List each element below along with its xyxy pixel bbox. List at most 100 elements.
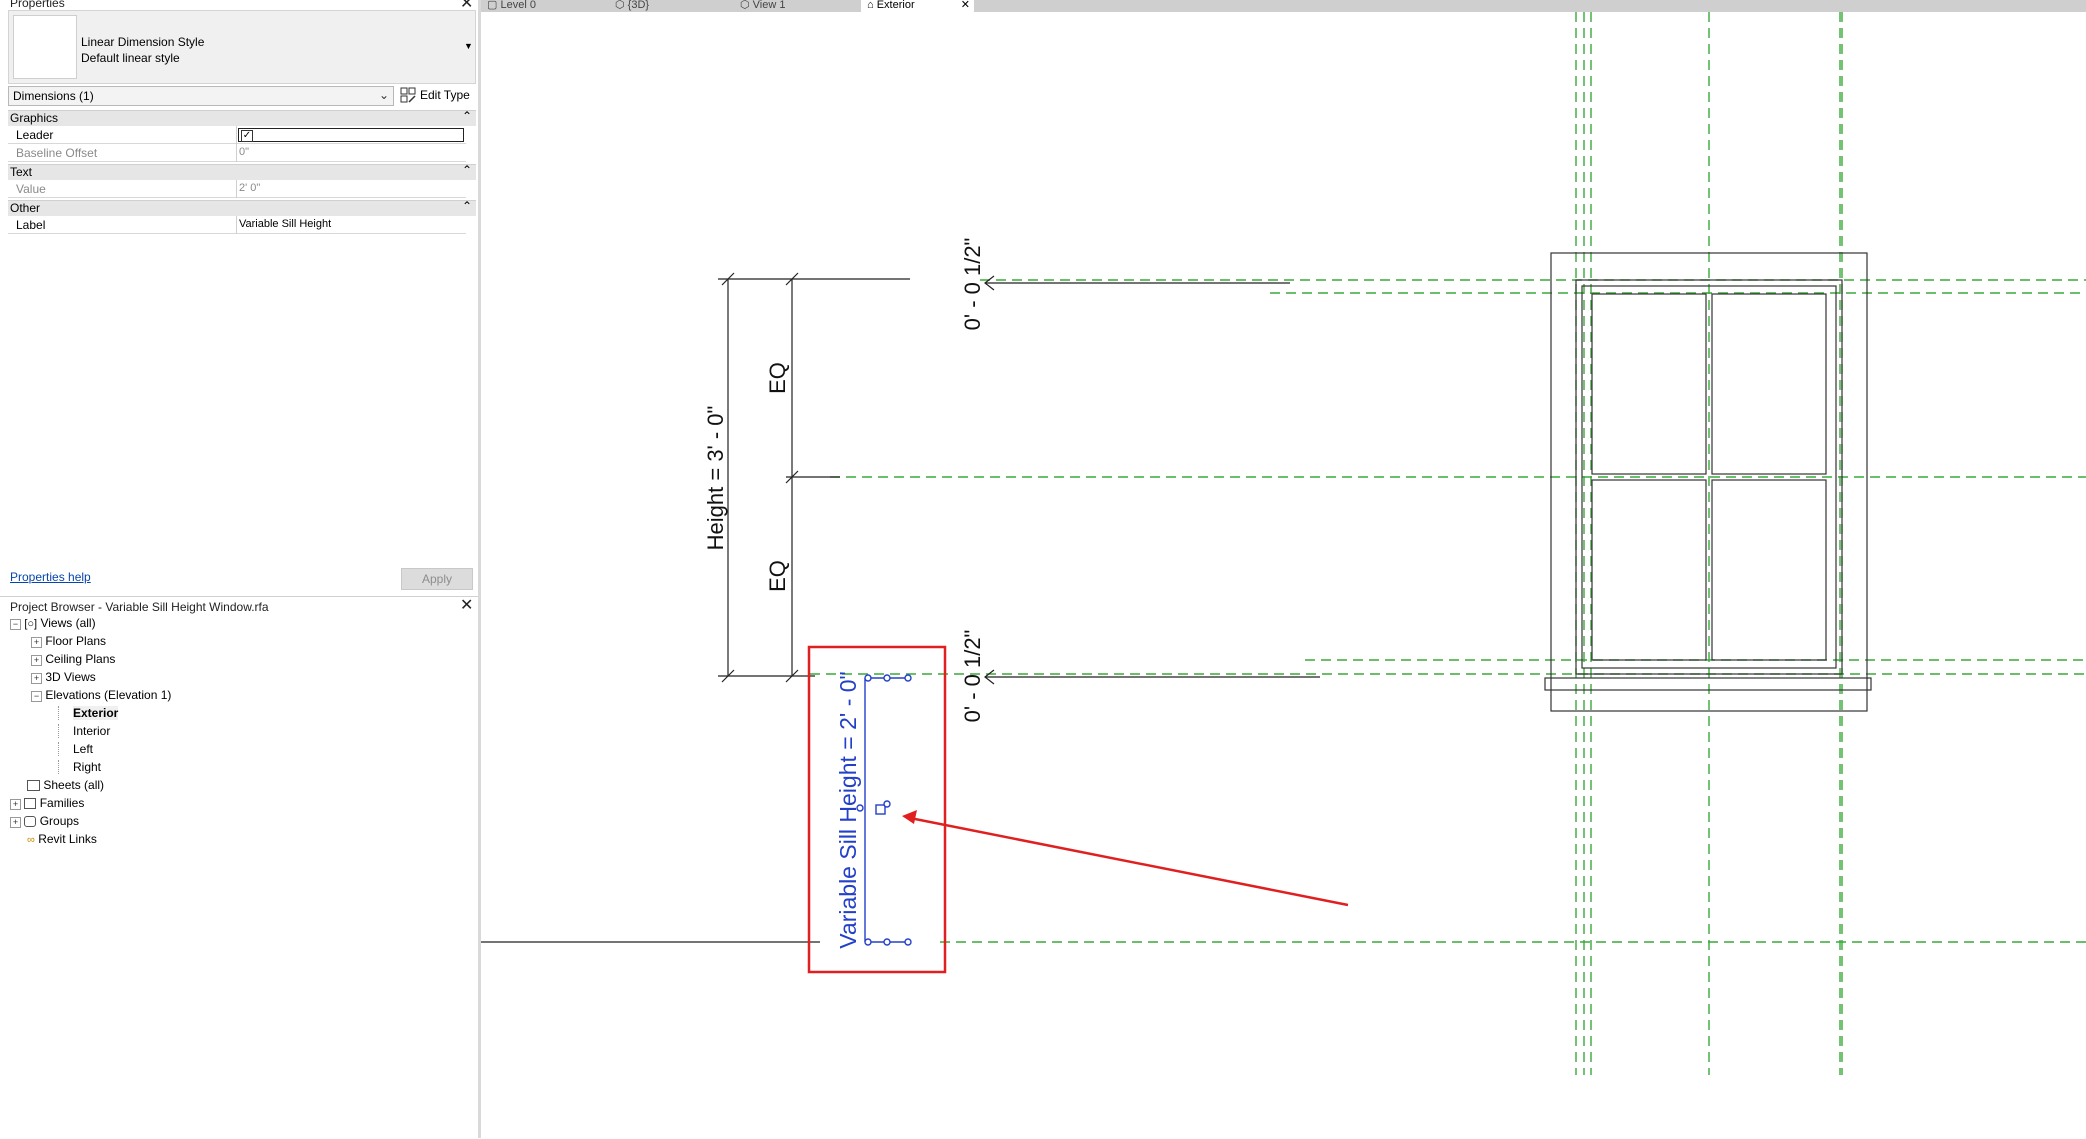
tab-label: Exterior bbox=[876, 0, 915, 11]
type-selector[interactable]: Linear Dimension Style Default linear st… bbox=[8, 10, 476, 84]
tab-label: View 1 bbox=[752, 0, 786, 11]
tree-item-exterior[interactable]: Exterior bbox=[58, 706, 119, 720]
project-browser-close-icon[interactable]: ✕ bbox=[460, 598, 473, 614]
drawing-canvas[interactable]: Height = 3' - 0" EQ EQ 0' - 0 1/2" 0' - … bbox=[481, 12, 2086, 1138]
close-tab-icon[interactable]: ✕ bbox=[961, 0, 970, 11]
grip-handle[interactable] bbox=[883, 800, 891, 808]
tab-view-1[interactable]: ⬡ View 1 bbox=[736, 0, 861, 12]
leader-checkbox[interactable]: ✓ bbox=[241, 130, 253, 142]
window-sill[interactable] bbox=[1544, 677, 1872, 691]
expand-toggle-icon[interactable]: + bbox=[31, 637, 42, 648]
tree-item-interior[interactable]: Interior bbox=[58, 724, 110, 738]
type-thumbnail bbox=[13, 15, 77, 79]
grip-handle[interactable] bbox=[864, 674, 872, 682]
property-value-baseline-offset: 0" bbox=[239, 146, 250, 158]
tree-item-families[interactable]: + Families bbox=[10, 796, 84, 810]
collapse-toggle-icon[interactable]: − bbox=[10, 619, 21, 630]
property-row-label: Label Variable Sill Height bbox=[8, 216, 466, 234]
collapse-icon[interactable]: ⌃ bbox=[462, 109, 472, 123]
property-value-label[interactable]: Variable Sill Height bbox=[239, 218, 331, 230]
window-pane-top-left[interactable] bbox=[1591, 293, 1707, 475]
window-geometry[interactable] bbox=[1544, 252, 1872, 712]
edit-type-label: Edit Type bbox=[420, 88, 470, 102]
instance-filter-label: Dimensions (1) bbox=[13, 89, 94, 103]
collapse-icon[interactable]: ⌃ bbox=[462, 163, 472, 177]
reference-planes[interactable] bbox=[810, 12, 2086, 1075]
window-pane-bottom-right[interactable] bbox=[1711, 479, 1827, 661]
callout-arrow-line bbox=[909, 816, 1349, 907]
arrow-icon bbox=[902, 810, 917, 824]
tree-item-left[interactable]: Left bbox=[58, 742, 93, 756]
eq-dimension[interactable] bbox=[785, 272, 840, 683]
tree-item-3d-views[interactable]: + 3D Views bbox=[31, 670, 96, 684]
offset-dimension-top[interactable] bbox=[984, 275, 1290, 291]
expand-toggle-icon[interactable]: + bbox=[31, 673, 42, 684]
tree-item-revit-links[interactable]: ∞ Revit Links bbox=[27, 832, 97, 846]
offset-bottom-text[interactable]: 0' - 0 1/2" bbox=[960, 630, 985, 723]
eq-top-text[interactable]: EQ bbox=[765, 362, 790, 394]
project-browser: Project Browser - Variable Sill Height W… bbox=[0, 596, 478, 1139]
collapse-icon[interactable]: ⌃ bbox=[462, 199, 472, 213]
lock-icon[interactable] bbox=[875, 804, 886, 815]
category-graphics[interactable]: Graphics ⌃ bbox=[8, 109, 476, 126]
type-name: Default linear style bbox=[81, 51, 180, 65]
tree-label-views: Views (all) bbox=[40, 616, 96, 630]
offset-dimension-bottom[interactable] bbox=[984, 669, 1320, 685]
grip-handle[interactable] bbox=[864, 938, 872, 946]
tree-label-groups: Groups bbox=[39, 814, 80, 828]
tab-3d[interactable]: ⬡ {3D} bbox=[611, 0, 736, 12]
cube-icon: ⬡ bbox=[740, 0, 750, 11]
leader-field[interactable] bbox=[238, 128, 464, 142]
type-dropdown-icon[interactable]: ▼ bbox=[464, 41, 473, 51]
tree-label-families: Families bbox=[39, 796, 85, 810]
eq-bottom-text[interactable]: EQ bbox=[765, 560, 790, 592]
window-pane-bottom-left[interactable] bbox=[1591, 479, 1707, 661]
expand-toggle-icon[interactable]: + bbox=[10, 817, 21, 828]
properties-title: Properties bbox=[10, 0, 65, 10]
collapse-toggle-icon[interactable]: − bbox=[31, 691, 42, 702]
tree-label-right: Right bbox=[73, 760, 102, 774]
property-value-value: 2' 0" bbox=[239, 182, 261, 194]
tree-item-elevations[interactable]: − Elevations (Elevation 1) bbox=[31, 688, 171, 702]
tab-level-0[interactable]: ▢ Level 0 bbox=[481, 0, 611, 12]
tree-label-floor-plans: Floor Plans bbox=[45, 634, 107, 648]
grip-handle[interactable] bbox=[883, 938, 891, 946]
category-other-label: Other bbox=[10, 201, 41, 215]
grip-handle[interactable] bbox=[904, 674, 912, 682]
grip-handle[interactable] bbox=[883, 674, 891, 682]
tree-item-sheets[interactable]: Sheets (all) bbox=[27, 778, 104, 792]
tree-label-elevations: Elevations (Elevation 1) bbox=[45, 688, 172, 702]
tab-label: Level 0 bbox=[500, 0, 536, 11]
properties-help-link[interactable]: Properties help bbox=[10, 570, 91, 584]
tree-label-interior: Interior bbox=[73, 724, 111, 738]
cube-icon: ⬡ bbox=[615, 0, 625, 11]
tree-item-ceiling-plans[interactable]: + Ceiling Plans bbox=[31, 652, 115, 666]
edit-type-icon bbox=[400, 87, 416, 103]
property-key-label: Label bbox=[16, 218, 46, 232]
tab-label: {3D} bbox=[627, 0, 650, 11]
apply-button[interactable]: Apply bbox=[401, 568, 473, 590]
tree-item-floor-plans[interactable]: + Floor Plans bbox=[31, 634, 106, 648]
instance-filter-dropdown[interactable]: Dimensions (1) ⌄ bbox=[8, 86, 394, 106]
tab-exterior[interactable]: ⌂ Exterior ✕ bbox=[861, 0, 974, 12]
sill-dimension-text[interactable]: Variable Sill Height = 2' - 0" bbox=[835, 671, 861, 948]
tree-item-right[interactable]: Right bbox=[58, 760, 101, 774]
height-dimension-text[interactable]: Height = 3' - 0" bbox=[703, 406, 728, 551]
tree-item-groups[interactable]: + Groups bbox=[10, 814, 79, 828]
tree-label-exterior: Exterior bbox=[73, 706, 119, 720]
tree-item-views[interactable]: − [○] Views (all) bbox=[10, 616, 96, 630]
chevron-down-icon: ⌄ bbox=[379, 88, 390, 102]
edit-type-button[interactable]: Edit Type bbox=[400, 86, 474, 106]
expand-toggle-icon[interactable]: + bbox=[31, 655, 42, 666]
sill-height-dimension[interactable] bbox=[856, 674, 912, 946]
category-text[interactable]: Text ⌃ bbox=[8, 163, 476, 180]
grip-handle[interactable] bbox=[904, 938, 912, 946]
property-key-value: Value bbox=[16, 182, 46, 196]
tree-label-revit-links: Revit Links bbox=[38, 832, 97, 846]
properties-panel: Properties ✕ Linear Dimension Style Defa… bbox=[0, 0, 478, 595]
expand-toggle-icon[interactable]: + bbox=[10, 799, 21, 810]
offset-top-text[interactable]: 0' - 0 1/2" bbox=[960, 238, 985, 331]
window-pane-top-right[interactable] bbox=[1711, 293, 1827, 475]
sheets-icon bbox=[27, 780, 40, 792]
category-other[interactable]: Other ⌃ bbox=[8, 199, 476, 216]
